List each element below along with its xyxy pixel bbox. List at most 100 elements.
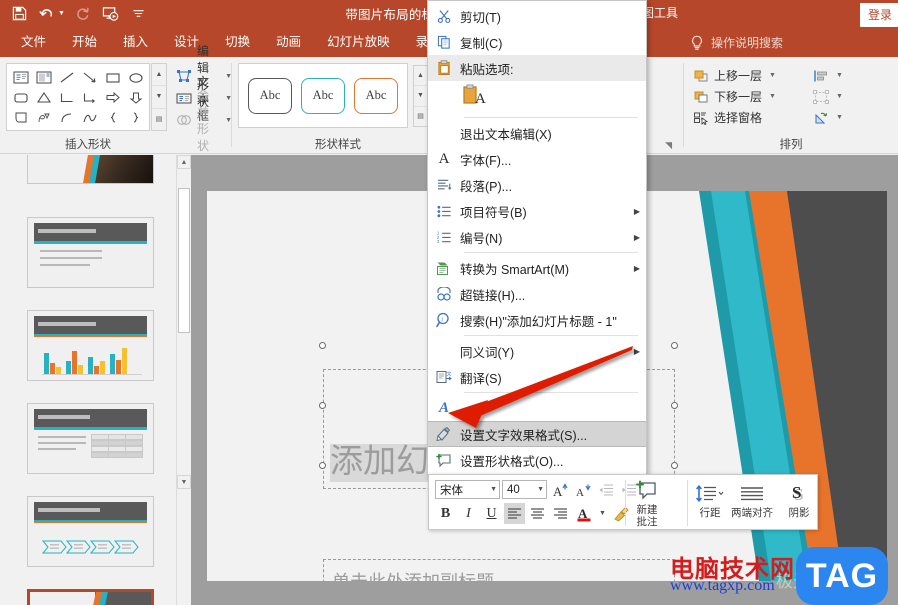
tab-insert[interactable]: 插入 xyxy=(110,26,161,57)
resize-handle-top-left[interactable] xyxy=(319,342,326,349)
tab-home[interactable]: 开始 xyxy=(59,26,110,57)
bring-forward-button[interactable]: 上移一层 ▼ xyxy=(692,65,776,86)
shape-curve-icon[interactable] xyxy=(78,107,101,127)
shape-folded-corner-icon[interactable] xyxy=(9,107,32,127)
shape-left-brace-icon[interactable] xyxy=(101,107,124,127)
shape-rounded-rectangle-icon[interactable] xyxy=(9,87,32,107)
styles-scroll-up-icon[interactable]: ▲ xyxy=(414,66,427,87)
menu-item-hyperlink[interactable]: 超链接(H)... xyxy=(428,281,646,307)
styles-more-icon[interactable]: ▤ xyxy=(414,107,427,126)
grow-font-button[interactable]: A xyxy=(549,479,570,500)
chevron-down-icon[interactable]: ▼ xyxy=(836,93,843,100)
chevron-down-icon[interactable]: ▼ xyxy=(486,486,497,493)
chevron-down-icon[interactable]: ▼ xyxy=(769,72,776,79)
justify-button[interactable]: 两端对齐 xyxy=(731,481,773,519)
shape-down-arrow-icon[interactable] xyxy=(124,87,147,107)
resize-handle-top-right[interactable] xyxy=(671,342,678,349)
menu-item-convert-to-smartart[interactable]: 转换为 SmartArt(M) ▶ xyxy=(428,255,646,281)
send-backward-button[interactable]: 下移一层 ▼ xyxy=(692,86,776,107)
format-painter-button[interactable] xyxy=(611,503,632,524)
shape-oval-icon[interactable] xyxy=(124,67,147,87)
merge-shapes-button[interactable]: 合并形状 ▼ xyxy=(176,88,232,153)
shape-gallery-scroll[interactable]: ▲ ▼ ▤ xyxy=(151,63,167,131)
shape-arrow-icon[interactable] xyxy=(78,67,101,87)
shape-arc-icon[interactable] xyxy=(55,107,78,127)
shape-textbox-icon[interactable] xyxy=(9,67,32,87)
chevron-down-icon[interactable]: ▼ xyxy=(769,93,776,100)
line-spacing-button[interactable]: 行距 xyxy=(695,481,725,519)
italic-button[interactable]: I xyxy=(458,503,479,524)
shape-styles-scroll[interactable]: ▲ ▼ ▤ xyxy=(413,65,428,127)
chevron-down-icon[interactable]: ▼ xyxy=(836,72,843,79)
menu-item-translate[interactable]: 文 翻译(S) xyxy=(428,364,646,390)
menu-item-synonyms[interactable]: 同义词(Y) ▶ xyxy=(428,338,646,364)
paste-option-keep-text-only[interactable]: A xyxy=(428,81,646,115)
shape-line-icon[interactable] xyxy=(55,67,78,87)
selection-pane-button[interactable]: 选择窗格 xyxy=(692,107,776,128)
thumbnail-frame[interactable] xyxy=(27,403,154,474)
align-center-button[interactable] xyxy=(527,503,548,524)
signin-button[interactable]: 登录 xyxy=(859,3,898,27)
menu-item-new-comment[interactable]: 设置形状格式(O)... xyxy=(428,447,646,473)
shape-style-preview-2[interactable]: Abc xyxy=(301,77,345,114)
context-menu[interactable]: 剪切(T) 复制(C) 粘贴选项: A 退出文本编辑(X) A 字体(F)...… xyxy=(427,0,647,476)
chevron-down-icon[interactable]: ▼ xyxy=(836,114,843,121)
scrollbar-thumb[interactable] xyxy=(178,188,190,333)
scroll-up-icon[interactable]: ▲ xyxy=(177,155,191,169)
thumbnail-frame[interactable] xyxy=(27,496,154,567)
decrease-indent-button[interactable] xyxy=(595,479,616,500)
thumbnail-frame[interactable] xyxy=(27,217,154,288)
align-right-button[interactable] xyxy=(550,503,571,524)
shape-vertical-textbox-icon[interactable] xyxy=(32,67,55,87)
thumbnail-frame-selected[interactable] xyxy=(27,589,154,605)
wordart-dialog-launcher[interactable]: ◥ xyxy=(665,140,672,151)
mini-formatting-toolbar[interactable]: 宋体 ▼ 40 ▼ A A B I U A ▼ 新建 批注 行距 两端对齐 S … xyxy=(428,474,818,530)
font-color-dropdown-icon[interactable]: ▼ xyxy=(596,510,609,517)
shape-freeform-icon[interactable] xyxy=(32,107,55,127)
gallery-scroll-down-icon[interactable]: ▼ xyxy=(152,86,166,109)
new-comment-button[interactable]: 新建 批注 xyxy=(635,478,659,528)
paste-text-icon[interactable]: A xyxy=(462,84,488,113)
tab-animations[interactable]: 动画 xyxy=(263,26,314,57)
tab-transitions[interactable]: 切换 xyxy=(212,26,263,57)
resize-handle-middle-left[interactable] xyxy=(319,402,326,409)
styles-scroll-down-icon[interactable]: ▼ xyxy=(414,86,427,107)
gallery-scroll-up-icon[interactable]: ▲ xyxy=(152,64,166,87)
shape-gallery[interactable] xyxy=(6,63,150,131)
shrink-font-button[interactable]: A xyxy=(572,479,593,500)
group-button[interactable]: ▼ xyxy=(812,86,843,107)
menu-item-copy[interactable]: 复制(C) xyxy=(428,29,646,55)
slide-thumbnail-pane[interactable]: 2 ✳ 3 ✳ xyxy=(0,155,176,605)
font-family-combo[interactable]: 宋体 ▼ xyxy=(435,480,500,499)
thumbnail-frame[interactable] xyxy=(27,310,154,381)
menu-item-cut[interactable]: 剪切(T) xyxy=(428,3,646,29)
rotate-button[interactable]: ▼ xyxy=(812,107,843,128)
shape-styles-gallery[interactable]: Abc Abc Abc xyxy=(238,63,408,128)
menu-item-font[interactable]: A 字体(F)... xyxy=(428,146,646,172)
menu-item-smart-lookup[interactable]: i 搜索(H)"添加幻灯片标题 - 1" xyxy=(428,307,646,333)
menu-item-paragraph[interactable]: 段落(P)... xyxy=(428,172,646,198)
resize-handle-middle-right[interactable] xyxy=(671,402,678,409)
menu-item-format-shape[interactable]: 设置文字效果格式(S)... xyxy=(428,421,646,447)
scroll-down-icon[interactable]: ▼ xyxy=(177,475,191,489)
align-left-button[interactable] xyxy=(504,503,525,524)
tab-slideshow[interactable]: 幻灯片放映 xyxy=(314,26,403,57)
tell-me-search[interactable]: 操作说明搜索 xyxy=(690,34,783,51)
thumbnail-pane-scrollbar[interactable]: ▲ ▼ xyxy=(176,155,191,605)
gallery-more-icon[interactable]: ▤ xyxy=(152,109,166,130)
shape-elbow-connector-icon[interactable] xyxy=(55,87,78,107)
shape-style-preview-1[interactable]: Abc xyxy=(248,77,292,114)
shape-right-arrow-icon[interactable] xyxy=(101,87,124,107)
bold-button[interactable]: B xyxy=(435,503,456,524)
font-size-combo[interactable]: 40 ▼ xyxy=(502,480,547,499)
resize-handle-bottom-left[interactable] xyxy=(319,462,326,469)
font-color-button[interactable]: A xyxy=(573,503,594,524)
menu-item-format-text-effects[interactable]: A xyxy=(428,395,646,421)
subtitle-placeholder[interactable]: 单击此处添加副标题 xyxy=(323,559,675,581)
tab-file[interactable]: 文件 xyxy=(8,26,59,57)
resize-handle-bottom-right[interactable] xyxy=(671,462,678,469)
menu-item-bullets[interactable]: 项目符号(B) ▶ xyxy=(428,198,646,224)
shape-triangle-icon[interactable] xyxy=(32,87,55,107)
chevron-down-icon[interactable]: ▼ xyxy=(533,486,544,493)
thumbnail-frame[interactable] xyxy=(27,155,154,184)
